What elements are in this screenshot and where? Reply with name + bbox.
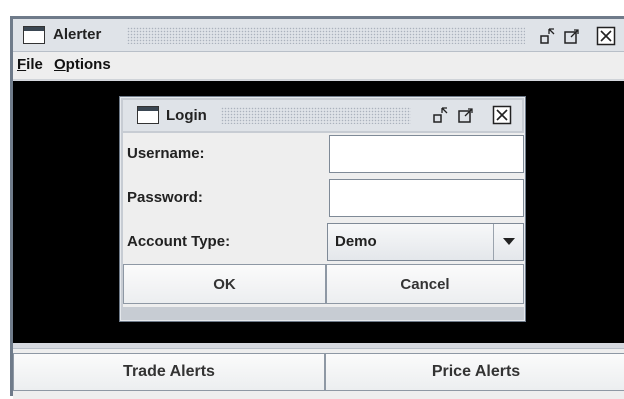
password-field[interactable] xyxy=(329,179,524,217)
ok-button[interactable]: OK xyxy=(123,264,326,304)
minimize-icon[interactable] xyxy=(432,106,450,124)
username-field[interactable] xyxy=(329,135,524,173)
login-titlebar-grip xyxy=(221,107,411,124)
login-form: Username: Password: Account Type: Demo O… xyxy=(123,133,524,307)
price-alerts-button[interactable]: Price Alerts xyxy=(325,353,624,391)
account-type-value: Demo xyxy=(335,233,377,250)
minimize-icon[interactable] xyxy=(539,27,557,45)
menu-bar: File Options xyxy=(13,52,624,80)
window-icon xyxy=(23,26,45,44)
password-label: Password: xyxy=(127,189,203,206)
login-dialog: Login Username: Password: Account Type: … xyxy=(119,96,526,322)
account-type-select[interactable]: Demo xyxy=(327,223,524,261)
window-titlebar[interactable]: Alerter xyxy=(13,19,624,52)
username-label: Username: xyxy=(127,145,205,162)
menu-options[interactable]: Options xyxy=(54,56,111,73)
trade-alerts-button[interactable]: Trade Alerts xyxy=(13,353,325,391)
menu-file[interactable]: File xyxy=(17,56,43,73)
close-icon[interactable] xyxy=(596,26,616,46)
maximize-icon[interactable] xyxy=(563,27,581,45)
titlebar-grip xyxy=(127,27,525,44)
login-titlebar[interactable]: Login xyxy=(123,100,522,131)
chevron-down-icon[interactable] xyxy=(493,224,523,260)
login-title: Login xyxy=(166,107,207,124)
window-title: Alerter xyxy=(53,26,102,43)
cancel-button[interactable]: Cancel xyxy=(326,264,524,304)
close-icon[interactable] xyxy=(492,105,512,125)
maximize-icon[interactable] xyxy=(457,106,475,124)
dialog-window-icon xyxy=(137,106,159,124)
bottom-button-bar: Trade Alerts Price Alerts xyxy=(13,348,624,399)
account-type-label: Account Type: xyxy=(127,233,231,250)
